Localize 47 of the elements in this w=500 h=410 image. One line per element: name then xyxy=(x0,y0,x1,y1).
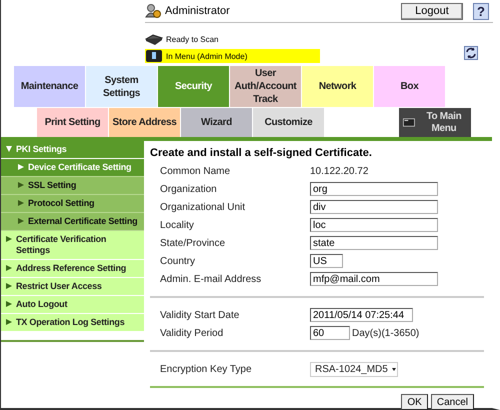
field-label: State/Province xyxy=(159,238,226,248)
input-field[interactable]: state xyxy=(310,236,438,250)
sidebar-item[interactable]: Restrict User Access xyxy=(1,278,144,296)
sidebar-item[interactable]: TX Operation Log Settings xyxy=(1,314,144,332)
nav-tab[interactable]: Maintenance xyxy=(14,66,86,107)
nav-tab[interactable]: Network xyxy=(302,66,374,107)
form-button[interactable]: Cancel xyxy=(430,394,474,410)
sidebar-subitem[interactable]: Protocol Setting xyxy=(1,195,144,213)
input-field[interactable]: US xyxy=(310,254,343,268)
form-heading: Create and install a self-signed Certificate. xyxy=(150,147,373,159)
field-label: Country xyxy=(159,256,196,266)
help-button[interactable]: ? xyxy=(473,2,489,20)
key-type-dropdown[interactable]: RSA-1024_MD5 xyxy=(310,362,398,376)
field-value: 10.122.20.72 xyxy=(310,166,368,176)
input-field[interactable]: loc xyxy=(310,218,438,232)
main-menu-button[interactable]: To Main Menu xyxy=(399,108,471,137)
nav-tab[interactable]: User Auth/Account Track xyxy=(230,66,302,107)
field-label: Validity Start Date xyxy=(159,310,240,320)
nav-tab[interactable]: Print Setting xyxy=(37,108,109,137)
field-label: Encryption Key Type xyxy=(159,364,253,374)
field-label: Organization xyxy=(159,184,218,194)
sidebar-subitem[interactable]: SSL Setting xyxy=(1,177,144,195)
nav-tab[interactable]: Box xyxy=(374,66,446,107)
logout-button[interactable]: Logout xyxy=(401,2,463,20)
input-field[interactable]: 2011/05/14 07:25:44 xyxy=(310,308,413,322)
field-label: Validity Period xyxy=(159,328,224,338)
input-field[interactable]: org xyxy=(310,182,438,196)
sidebar-item[interactable]: Address Reference Setting xyxy=(1,260,144,278)
nav-tab[interactable]: Customize xyxy=(253,108,325,137)
status-text: In Menu (Admin Mode) xyxy=(166,52,248,60)
input-field[interactable]: div xyxy=(310,200,438,214)
nav-tab[interactable]: Wizard xyxy=(181,108,253,137)
status-text: Ready to Scan xyxy=(166,34,218,44)
field-label: Organizational Unit xyxy=(159,202,246,212)
sidebar-item[interactable]: Auto Logout xyxy=(1,296,144,314)
sidebar-subitem[interactable]: External Certificate Setting xyxy=(1,213,144,231)
field-label: Admin. E-mail Address xyxy=(159,274,262,284)
field-label: Locality xyxy=(159,220,195,230)
form-button[interactable]: OK xyxy=(401,394,428,410)
field-label: Common Name xyxy=(159,166,232,176)
input-field[interactable]: mfp@mail.com xyxy=(310,272,438,286)
nav-tab[interactable]: System Settings xyxy=(86,66,158,107)
nav-tab[interactable]: Store Address xyxy=(109,108,181,137)
unit-text: Day(s)(1-3650) xyxy=(352,328,420,338)
user-name: Administrator xyxy=(165,5,231,17)
input-field[interactable]: 60 xyxy=(310,326,350,340)
sidebar-item[interactable]: Certificate Verification Settings xyxy=(1,231,144,260)
